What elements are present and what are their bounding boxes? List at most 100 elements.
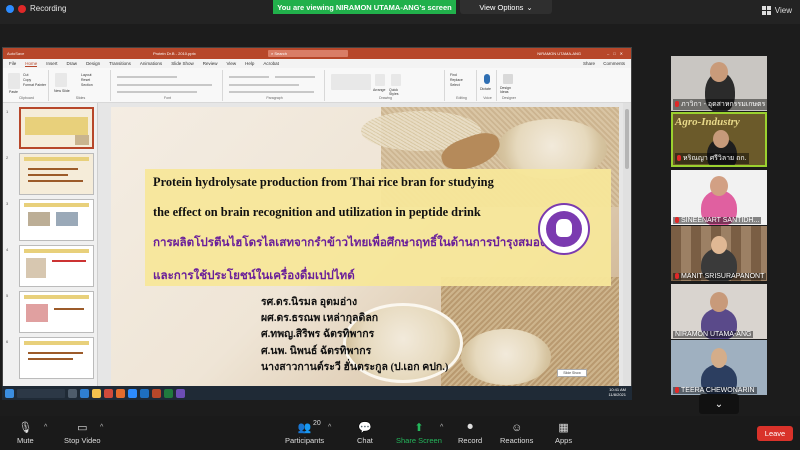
ppt-menu-bar: File Home Insert Draw Design Transitions… (3, 59, 631, 68)
chat-button[interactable]: 💬 Chat (357, 419, 373, 445)
share-screen-button[interactable]: ⬆ Share Screen (396, 419, 442, 445)
chrome-icon[interactable] (104, 388, 113, 398)
menu-animations[interactable]: Animations (140, 61, 162, 66)
reactions-button[interactable]: ☺ Reactions (500, 419, 534, 446)
video-camera-icon: ▭ (77, 422, 88, 434)
muted-mic-icon (675, 101, 679, 108)
office-icon[interactable] (116, 388, 125, 398)
participant-video (710, 176, 728, 196)
share-screen-icon: ⬆ (414, 422, 424, 434)
ribbon-label-slides: Slides (75, 96, 86, 100)
reactions-label: Reactions (500, 436, 534, 445)
powerpoint-icon[interactable] (152, 388, 161, 398)
arrange-button[interactable] (375, 74, 385, 86)
paste-button[interactable] (8, 73, 20, 89)
vertical-scrollbar[interactable] (623, 103, 631, 393)
windows-taskbar: 10:41 AM 11/8/2021 (2, 386, 632, 400)
menu-slide-show[interactable]: Slide Show (171, 61, 194, 66)
participant-video (710, 292, 728, 312)
share-options-caret[interactable]: ^ (440, 424, 443, 431)
windows-start-icon[interactable] (5, 388, 14, 398)
participant-tile[interactable]: ภาวิกา - อุดสาหกรรมเกษตร (671, 56, 767, 111)
task-view-icon[interactable] (68, 388, 77, 398)
audio-options-caret[interactable]: ^ (44, 424, 47, 431)
menu-review[interactable]: Review (203, 61, 218, 66)
edge-icon[interactable] (80, 388, 89, 398)
recording-indicator[interactable]: Recording (6, 4, 66, 13)
menu-view[interactable]: View (226, 61, 236, 66)
menu-file[interactable]: File (9, 61, 16, 66)
window-controls[interactable]: –□✕ (607, 51, 627, 56)
ribbon-group-voice: Dictate Voice (479, 70, 497, 101)
participant-tile[interactable]: SINEENART SANTIDH... (671, 170, 767, 225)
participants-options-caret[interactable]: ^ (328, 424, 331, 431)
quick-styles-button[interactable] (391, 74, 401, 86)
stop-video-label: Stop Video (64, 436, 101, 445)
participant-tile[interactable]: MANIT SRISURAPANONT (671, 226, 767, 281)
author-line: ผศ.ดร.ธรณพ เหล่ากุลดิลก (261, 313, 379, 325)
chat-bubble-icon: 💬 (358, 422, 372, 434)
grid-view-icon (761, 6, 771, 15)
ribbon-group-clipboard: Paste Cut Copy Format Painter Clipboard (5, 70, 49, 101)
slide-tooltip: Slide Show (557, 369, 587, 377)
shield-icon (6, 4, 14, 13)
zoom-toolbar: 🎙 Mute ^ ▭ Stop Video ^ 👥 Participants 2… (0, 416, 800, 450)
format-painter-button[interactable]: Format Painter (23, 83, 46, 88)
design-ideas-button[interactable] (503, 74, 513, 84)
view-options-label: View Options (479, 2, 524, 12)
menu-home[interactable]: Home (25, 61, 38, 67)
zoom-top-bar: Recording You are viewing NIRAMON UTAMA-… (0, 0, 800, 24)
menu-help[interactable]: Help (245, 61, 254, 66)
select-button[interactable]: Select (450, 83, 463, 88)
slide-thumbnail-5[interactable] (19, 291, 94, 333)
muted-mic-icon (675, 387, 679, 394)
slide-title-en-line2: the effect on brain recognition and util… (153, 205, 481, 219)
record-label: Record (458, 436, 483, 445)
thumb-number: 1 (6, 109, 9, 114)
view-options-button[interactable]: View Options ⌄ (460, 0, 552, 14)
participant-tile[interactable]: TEERA CHEWONARIN (671, 340, 767, 395)
taskbar-search[interactable] (17, 388, 65, 398)
ribbon-label-font: Font (163, 96, 171, 100)
ppt-user-name: NIRAMON UTAMA-ANG (537, 51, 581, 56)
participants-label: Participants (285, 436, 325, 445)
word-icon[interactable] (140, 388, 149, 398)
participant-name: NIRAMON UTAMA-ANG (675, 331, 752, 338)
participant-tile-active-speaker[interactable]: Agro-Industry หริณญา ศรีวิลาย ถก. (671, 112, 767, 167)
menu-acrobat[interactable]: Acrobat (263, 61, 279, 66)
shapes-gallery[interactable] (331, 74, 371, 90)
slide-thumbnail-2[interactable] (19, 153, 94, 195)
menu-design[interactable]: Design (86, 61, 100, 66)
record-button[interactable]: ⏺ Record (458, 419, 482, 445)
participant-name: หริณญา ศรีวิลาย ถก. (683, 155, 747, 162)
chat-label: Chat (357, 436, 373, 445)
menu-transitions[interactable]: Transitions (109, 61, 131, 66)
slide-thumbnail-4[interactable] (19, 245, 94, 287)
zoom-icon[interactable] (128, 388, 137, 398)
menu-insert[interactable]: Insert (46, 61, 57, 66)
teams-icon[interactable] (176, 388, 185, 398)
leave-button[interactable]: Leave (757, 426, 793, 441)
section-button[interactable]: Section (81, 83, 93, 88)
ribbon-label-editing: Editing (456, 96, 467, 100)
video-options-caret[interactable]: ^ (100, 424, 103, 431)
author-line: ศ.ทพญ.สิริพร ฉัตรทิพากร (261, 329, 375, 341)
microphone-icon[interactable] (484, 74, 490, 84)
participant-tile[interactable]: NIRAMON UTAMA-ANG (671, 284, 767, 339)
share-button[interactable]: Share (583, 61, 595, 66)
stop-video-button[interactable]: ▭ Stop Video (64, 419, 101, 445)
excel-icon[interactable] (164, 388, 173, 398)
ppt-search-input[interactable]: ⌕ Search (268, 50, 348, 57)
file-explorer-icon[interactable] (92, 388, 101, 398)
comments-button[interactable]: Comments (603, 61, 625, 66)
slide-thumbnail-3[interactable] (19, 199, 94, 241)
slide-thumbnail-1[interactable] (19, 107, 94, 149)
mute-button[interactable]: 🎙 Mute (17, 419, 34, 445)
share-screen-label: Share Screen (396, 436, 442, 445)
slide-thumbnail-6[interactable] (19, 337, 94, 379)
scroll-participants-down-button[interactable]: ⌄ (699, 394, 739, 414)
apps-button[interactable]: ▦ Apps (555, 419, 572, 445)
new-slide-button[interactable] (55, 73, 67, 87)
view-button[interactable]: View (761, 6, 792, 15)
menu-draw[interactable]: Draw (67, 61, 78, 66)
